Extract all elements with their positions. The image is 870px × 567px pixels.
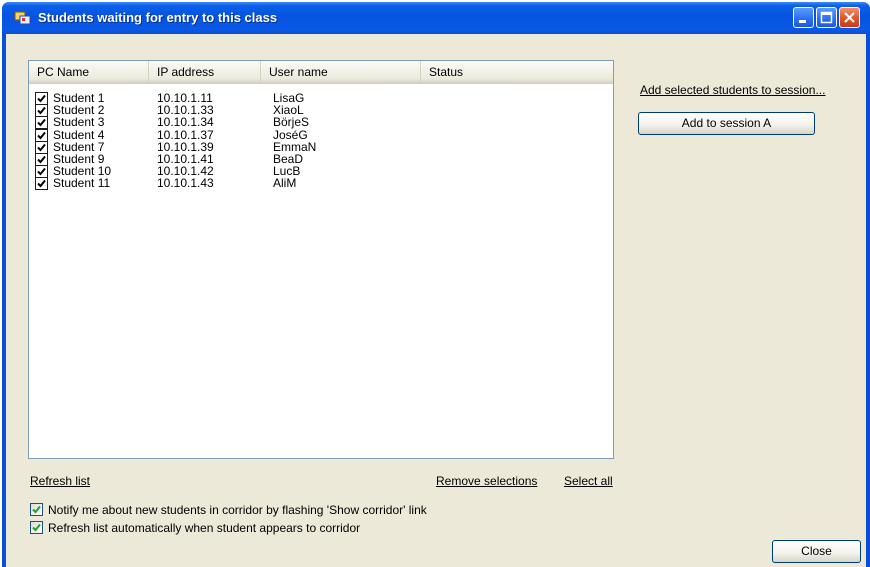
row-checkbox[interactable] (35, 116, 48, 130)
checkmark-icon (37, 155, 46, 164)
row-checkbox[interactable] (35, 177, 48, 191)
table-row[interactable]: Student 11 10.10.1.43 AliM (29, 176, 613, 191)
checkmark-icon (37, 107, 46, 115)
checkmark-icon (32, 505, 41, 514)
table-row[interactable]: Student 10 10.10.1.42 LucB (29, 165, 613, 179)
close-window-button[interactable] (839, 7, 860, 28)
row-checkbox[interactable] (35, 104, 48, 118)
checkmark-icon (37, 168, 46, 176)
row-checkbox[interactable] (35, 92, 48, 105)
title-bar[interactable]: Students waiting for entry to this class (2, 2, 870, 34)
window-title: Students waiting for entry to this class (38, 10, 278, 25)
table-row[interactable]: Student 7 10.10.1.39 EmmaN (29, 140, 613, 154)
students-list[interactable]: PC Name IP address User name Status Stud… (28, 60, 614, 459)
checkmark-icon (37, 143, 46, 152)
refresh-list-link[interactable]: Refresh list (30, 474, 90, 488)
table-row[interactable]: Student 2 10.10.1.33 XiaoL (29, 104, 613, 118)
minimize-button[interactable] (793, 7, 814, 28)
add-selected-students-link[interactable]: Add selected students to session... (640, 83, 825, 97)
notify-label: Notify me about new students in corridor… (48, 503, 427, 517)
row-user-name: AliM (273, 176, 297, 191)
maximize-icon (820, 11, 833, 24)
auto-refresh-checkbox[interactable] (30, 521, 43, 534)
table-row[interactable]: Student 3 10.10.1.34 BörjeS (29, 116, 613, 130)
minimize-icon (799, 20, 806, 23)
checkmark-icon (37, 119, 46, 127)
app-icon (14, 11, 31, 25)
table-row[interactable]: Student 1 10.10.1.11 LisaG (29, 92, 613, 105)
dialog-body: PC Name IP address User name Status Stud… (6, 34, 866, 567)
select-all-link[interactable]: Select all (564, 474, 613, 488)
row-checkbox[interactable] (35, 128, 48, 142)
checkmark-icon (37, 131, 46, 140)
checkmark-icon (37, 94, 46, 103)
row-checkbox[interactable] (35, 153, 48, 166)
table-row[interactable]: Student 4 10.10.1.37 JoséG (29, 128, 613, 142)
table-row[interactable]: Student 9 10.10.1.41 BeaD (29, 153, 613, 166)
add-to-session-button[interactable]: Add to session A (638, 112, 815, 135)
list-header: PC Name IP address User name Status (29, 61, 613, 84)
checkmark-icon (37, 180, 46, 188)
remove-selections-link[interactable]: Remove selections (436, 474, 537, 488)
column-header-status[interactable]: Status (421, 61, 611, 83)
column-header-pc-name[interactable]: PC Name (29, 61, 149, 83)
close-button[interactable]: Close (772, 540, 861, 563)
column-header-user-name[interactable]: User name (261, 61, 421, 83)
row-checkbox[interactable] (35, 140, 48, 154)
row-ip-address: 10.10.1.43 (157, 176, 214, 191)
maximize-button[interactable] (816, 7, 837, 28)
row-checkbox[interactable] (35, 165, 48, 179)
column-header-ip-address[interactable]: IP address (149, 61, 261, 83)
checkmark-icon (32, 523, 41, 532)
close-icon (844, 12, 855, 23)
auto-refresh-label: Refresh list automatically when student … (48, 521, 361, 535)
row-pc-name: Student 11 (53, 176, 111, 191)
dialog-window: Students waiting for entry to this class… (2, 2, 870, 567)
notify-checkbox[interactable] (30, 503, 43, 516)
